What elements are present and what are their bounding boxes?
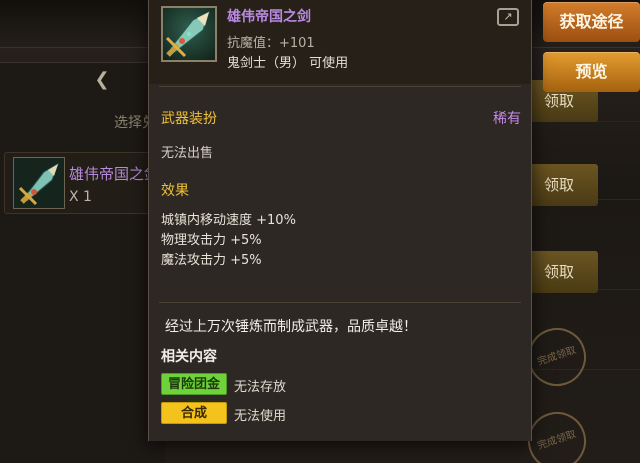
item-stat: 抗魔值：+101 xyxy=(227,36,315,51)
sell-status: 无法出售 xyxy=(161,146,214,161)
item-card[interactable]: 雄伟帝国之剑 X 1 xyxy=(4,152,164,214)
effect-item: 城镇内移动速度 +10% xyxy=(161,213,296,228)
bank-status: 无法存放 xyxy=(234,380,287,395)
tooltip-body: 武器装扮 稀有 无法出售 效果 城镇内移动速度 +10% 物理攻击力 +5% 魔… xyxy=(149,84,531,441)
class-requirement: 鬼剑士（男） 可使用 xyxy=(227,56,349,71)
divider xyxy=(159,86,521,87)
related-title: 相关内容 xyxy=(161,349,217,365)
synthesis-tag: 合成 xyxy=(161,402,227,424)
effect-list: 城镇内移动速度 +10% 物理攻击力 +5% 魔法攻击力 +5% xyxy=(161,211,296,271)
rarity-label: 稀有 xyxy=(493,111,521,127)
acquire-source-button[interactable]: 获取途径 xyxy=(543,2,640,42)
item-description: 经过上万次锤炼而制成武器，品质卓越！ xyxy=(165,319,417,335)
item-tooltip: 雄伟帝国之剑 抗魔值：+101 鬼剑士（男） 可使用 ↗ 武器装扮 稀有 无法出… xyxy=(148,0,532,441)
weapon-sword-icon xyxy=(13,157,65,209)
effect-item: 魔法攻击力 +5% xyxy=(161,253,262,268)
effect-item: 物理攻击力 +5% xyxy=(161,233,262,248)
adventure-bank-tag: 冒险团金库 xyxy=(161,373,227,414)
item-name: 雄伟帝国之剑 xyxy=(227,9,311,25)
item-card-name: 雄伟帝国之剑 xyxy=(69,165,160,183)
back-arrow-icon[interactable]: ❮ xyxy=(88,66,116,94)
effect-title: 效果 xyxy=(161,183,189,199)
synthesis-status: 无法使用 xyxy=(234,409,287,424)
share-icon[interactable]: ↗ xyxy=(497,8,519,26)
item-card-count: X 1 xyxy=(69,189,92,205)
tooltip-header: 雄伟帝国之剑 抗魔值：+101 鬼剑士（男） 可使用 ↗ xyxy=(149,0,531,84)
weapon-sword-icon xyxy=(161,6,217,62)
preview-button[interactable]: 预览 xyxy=(543,52,640,92)
divider xyxy=(159,302,521,303)
item-type: 武器装扮 xyxy=(161,111,217,127)
